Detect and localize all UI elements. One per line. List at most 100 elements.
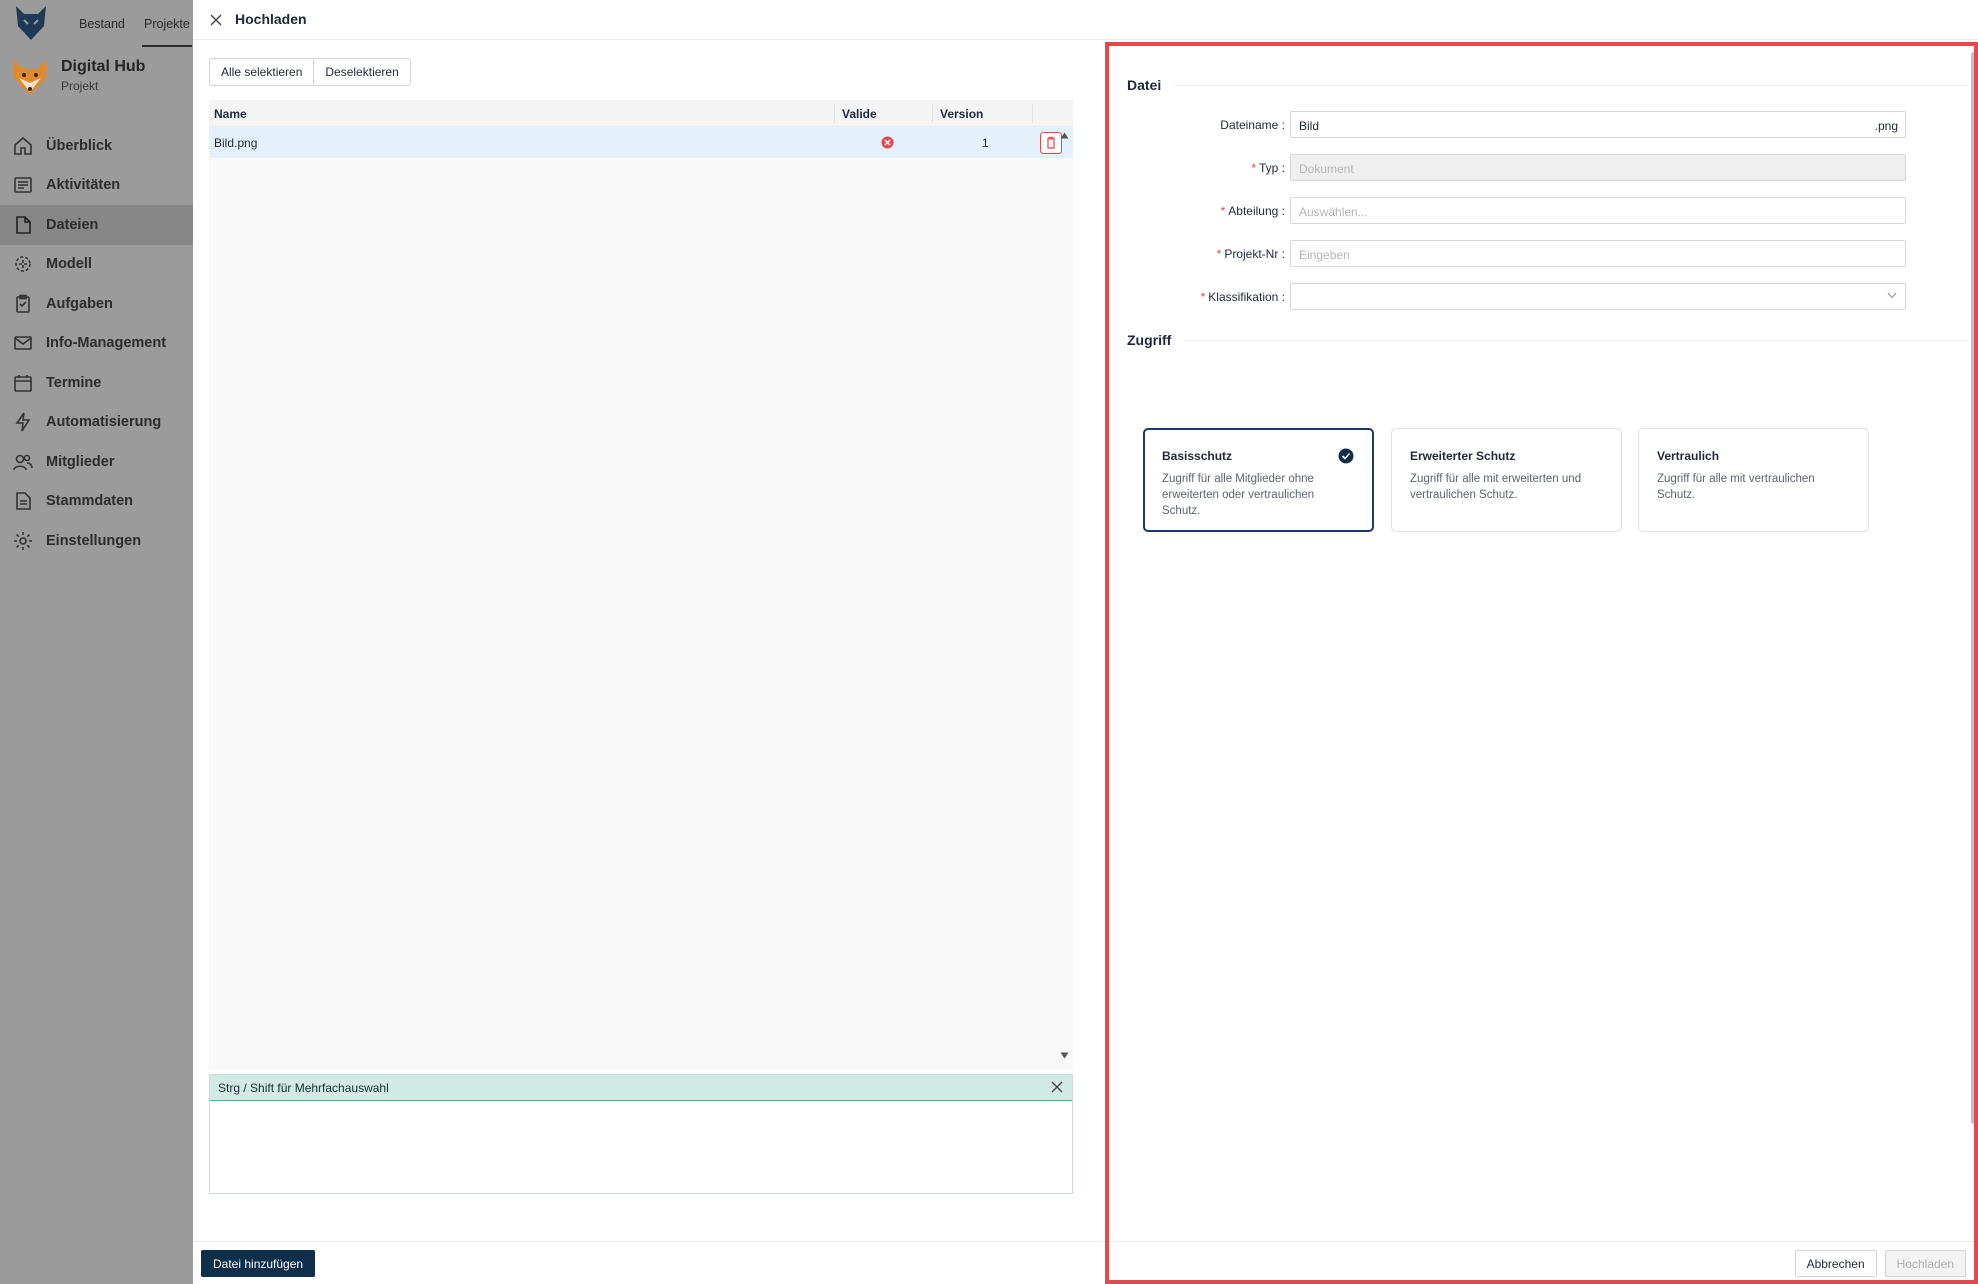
- gear-icon: [12, 530, 34, 552]
- access-option-title: Erweiterter Schutz: [1410, 449, 1516, 463]
- users-icon: [12, 451, 34, 473]
- fox-avatar-icon: [9, 56, 51, 98]
- modal-footer-actions: Abbrechen Hochladen: [1794, 1250, 1966, 1277]
- hint-bar: Strg / Shift für Mehrfachauswahl: [210, 1075, 1072, 1101]
- classification-label: * Klassifikation :: [1200, 290, 1285, 304]
- sidebar-item-label: Einstellungen: [46, 532, 142, 549]
- type-input: Dokument: [1290, 154, 1906, 181]
- sidebar-item-info-management[interactable]: Info-Management: [0, 324, 193, 364]
- selection-button-group: Alle selektieren Deselektieren: [209, 58, 411, 86]
- column-header-valid[interactable]: Valide: [842, 107, 877, 121]
- filename-input[interactable]: Bild .png: [1290, 111, 1906, 138]
- sidebar-item-aufgaben[interactable]: Aufgaben: [0, 284, 193, 324]
- department-row: * Abteilung : Auswählen...: [1105, 197, 1906, 225]
- column-header-name[interactable]: Name: [214, 107, 247, 121]
- classification-row: * Klassifikation :: [1105, 283, 1906, 311]
- department-select[interactable]: Auswählen...: [1290, 197, 1906, 224]
- sidebar-item-label: Dateien: [46, 216, 99, 233]
- access-option-description: Zugriff für alle mit vertraulichen Schut…: [1657, 473, 1815, 501]
- sidebar-item-label: Überblick: [46, 137, 113, 154]
- project-subtitle: Projekt: [61, 79, 99, 93]
- calendar-icon: [12, 372, 34, 394]
- hint-text: Strg / Shift für Mehrfachauswahl: [218, 1081, 389, 1095]
- upload-modal: Hochladen Alle selektieren Deselektieren…: [193, 0, 1978, 1284]
- chevron-down-icon: [1887, 292, 1897, 299]
- project-header[interactable]: Digital Hub Projekt: [9, 56, 145, 98]
- sidebar-item-label: Aktivitäten: [46, 177, 121, 194]
- model-icon: [12, 253, 34, 275]
- table-row[interactable]: Bild.png 1: [209, 127, 1073, 158]
- scroll-down-arrow-icon[interactable]: [1060, 1052, 1069, 1059]
- invalid-status-icon: [881, 136, 894, 149]
- sidebar-item-dateien[interactable]: Dateien: [0, 205, 193, 245]
- vertical-scrollbar[interactable]: [1969, 44, 1978, 1240]
- select-all-button[interactable]: Alle selektieren: [209, 58, 315, 86]
- column-divider[interactable]: [932, 104, 933, 123]
- column-divider[interactable]: [834, 104, 835, 123]
- access-option-description: Zugriff für alle Mitglieder ohne erweite…: [1162, 473, 1315, 517]
- upload-button[interactable]: Hochladen: [1884, 1250, 1966, 1277]
- filename-value: Bild: [1299, 119, 1320, 133]
- sidebar-item-label: Automatisierung: [46, 414, 162, 431]
- scrollbar-thumb[interactable]: [1971, 52, 1976, 1124]
- section-divider: [1175, 85, 1967, 86]
- sidebar-item-termine[interactable]: Termine: [0, 363, 193, 403]
- department-placeholder: Auswählen...: [1299, 205, 1368, 219]
- add-file-button[interactable]: Datei hinzufügen: [201, 1250, 316, 1277]
- tab-bestand[interactable]: Bestand: [79, 17, 125, 31]
- type-row: * Typ : Dokument: [1105, 154, 1906, 182]
- file-icon: [12, 214, 34, 236]
- classification-select[interactable]: [1290, 283, 1906, 310]
- section-title-zugriff: Zugriff: [1127, 332, 1172, 348]
- sidebar-item-aktivitaeten[interactable]: Aktivitäten: [0, 166, 193, 206]
- filename-row: Dateiname : Bild .png: [1105, 111, 1906, 139]
- document-icon: [12, 490, 34, 512]
- file-details-pane: Datei Dateiname : Bild .png * Typ : Dokum…: [1105, 44, 1978, 1284]
- access-option-erweiterter-schutz[interactable]: Erweiterter Schutz Zugriff für alle mit …: [1391, 428, 1622, 532]
- top-navigation: Bestand Projekte: [0, 0, 193, 48]
- sidebar-item-modell[interactable]: Modell: [0, 245, 193, 285]
- close-icon[interactable]: [206, 10, 226, 30]
- fox-logo-icon[interactable]: [14, 4, 48, 42]
- version-cell: 1: [982, 136, 989, 150]
- scroll-up-arrow-icon[interactable]: [1060, 132, 1069, 139]
- hint-panel: Strg / Shift für Mehrfachauswahl: [209, 1074, 1073, 1194]
- checkmark-icon: [1338, 448, 1354, 464]
- filename-suffix: .png: [1874, 119, 1898, 133]
- sidebar-item-label: Termine: [46, 374, 102, 391]
- access-option-vertraulich[interactable]: Vertraulich Zugriff für alle mit vertrau…: [1638, 428, 1869, 532]
- sidebar-item-label: Mitglieder: [46, 453, 115, 470]
- department-label: * Abteilung :: [1220, 204, 1285, 218]
- modal-header: Hochladen: [193, 0, 1978, 40]
- app-sidebar: Bestand Projekte Digital Hub Projekt Übe…: [0, 0, 193, 1284]
- project-title: Digital Hub: [61, 58, 146, 75]
- sidebar-item-stammdaten[interactable]: Stammdaten: [0, 482, 193, 522]
- tab-projekte[interactable]: Projekte: [142, 17, 192, 47]
- column-header-version[interactable]: Version: [940, 107, 983, 121]
- sidebar-item-einstellungen[interactable]: Einstellungen: [0, 521, 193, 561]
- column-divider[interactable]: [1032, 104, 1033, 123]
- sidebar-item-ueberblick[interactable]: Überblick: [0, 126, 193, 166]
- clipboard-icon: [12, 293, 34, 315]
- file-name-cell: Bild.png: [214, 136, 258, 150]
- sidebar-nav: Überblick Aktivitäten Dateien Modell Auf…: [0, 126, 193, 561]
- access-option-title: Vertraulich: [1657, 449, 1720, 463]
- home-icon: [12, 135, 34, 157]
- delete-icon[interactable]: [1040, 132, 1062, 154]
- access-option-title: Basisschutz: [1162, 449, 1233, 463]
- project-number-label: * Projekt-Nr :: [1216, 247, 1285, 261]
- project-number-input[interactable]: Eingeben: [1290, 240, 1906, 267]
- lightning-icon: [12, 411, 34, 433]
- sidebar-item-mitglieder[interactable]: Mitglieder: [0, 442, 193, 482]
- project-number-row: * Projekt-Nr : Eingeben: [1105, 240, 1906, 268]
- activity-icon: [12, 174, 34, 196]
- project-number-placeholder: Eingeben: [1299, 248, 1350, 262]
- sidebar-item-label: Stammdaten: [46, 493, 134, 510]
- deselect-button[interactable]: Deselektieren: [314, 58, 411, 86]
- cancel-button[interactable]: Abbrechen: [1794, 1250, 1877, 1277]
- sidebar-item-automatisierung[interactable]: Automatisierung: [0, 403, 193, 443]
- filename-label: Dateiname :: [1220, 118, 1285, 132]
- close-icon[interactable]: [1051, 1081, 1065, 1095]
- access-option-description: Zugriff für alle mit erweiterten und ver…: [1410, 473, 1582, 501]
- access-option-basisschutz[interactable]: Basisschutz Zugriff für alle Mitglieder …: [1143, 428, 1374, 532]
